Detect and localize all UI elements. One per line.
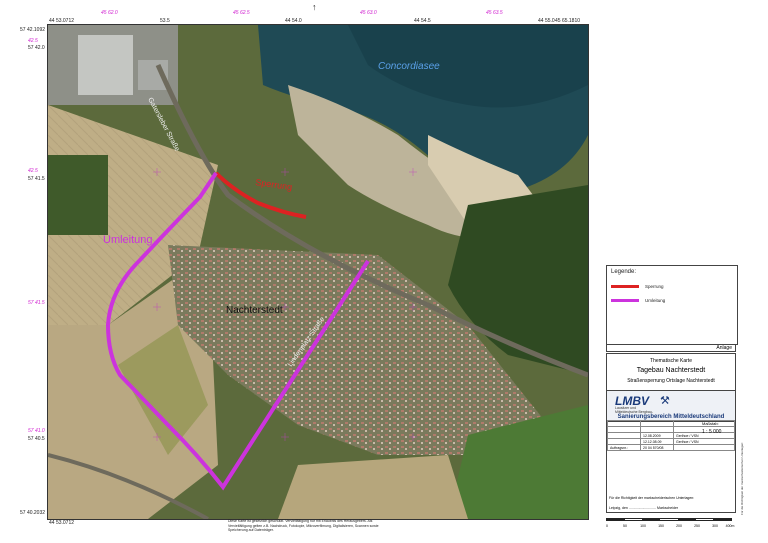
scale-tick: 300 [712, 524, 718, 528]
scale-label: Maßstab: [702, 421, 719, 426]
detour-label: Umleitung [103, 234, 153, 246]
copyright-note: Diese Karte ist gesetzlich geschützt. Ve… [228, 519, 379, 532]
aerial-map[interactable]: Concordiasee Nachterstedt Umleitung Sper… [47, 24, 589, 520]
signature-note: Für die Richtigkeit der markscheiderisch… [609, 496, 695, 500]
coord-top-1: 45 62.0 [101, 10, 118, 16]
coord-top-7: 45 63.5 [486, 10, 503, 16]
aerial-map-svg: Concordiasee Nachterstedt Umleitung Sper… [48, 25, 588, 519]
legend-title: Legende: [611, 269, 637, 275]
scale-tick: 150 [658, 524, 664, 528]
scale-tick: 250 [694, 524, 700, 528]
side-remarks: Für die Richtigkeit der markscheiderisch… [740, 441, 744, 515]
project-title: Tagebau Nachterstedt [636, 367, 706, 374]
scale-bar-segments [606, 518, 732, 521]
legend-label-umleitung: Umleitung [645, 298, 666, 303]
mining-pick-icon: ⚒ [660, 395, 670, 407]
map-sheet: ↑ 44 53.0712 45 62.0 53.5 45 62.5 44 54.… [0, 0, 768, 543]
north-arrow-icon: ↑ [312, 2, 317, 12]
legend-swatch-umleitung [611, 299, 639, 302]
scale-tick: 50 [623, 524, 627, 528]
coord-top-3: 45 62.5 [233, 10, 250, 16]
scale-tick: 0 [606, 524, 608, 528]
legend-label-sperrung: Sperrung [645, 284, 664, 289]
scale-tick: 400m [725, 524, 735, 528]
coord-left-5: 57 41.5 [28, 300, 45, 306]
map-subtitle: Straßensperrung Ortslage Nachterstedt [627, 378, 715, 384]
scale-value: 1 : 5 000 [702, 429, 722, 435]
coord-left-3: 42.5 [28, 168, 38, 174]
coord-left-0: 57 42.1092 [20, 27, 46, 33]
scale-bar: 0 50 100 150 200 250 300 400m [606, 515, 736, 535]
scale-tick: 200 [676, 524, 682, 528]
legend-item-sperrung: Sperrung [611, 284, 664, 289]
legend: Legende: Sperrung Umleitung [606, 265, 738, 345]
signature-line: Leipzig, den ...........................… [609, 506, 679, 510]
coord-left-8: 57 40.2032 [20, 510, 46, 516]
town-label: Nachterstedt [226, 305, 283, 316]
coord-left-2: 57 42.0 [28, 45, 45, 51]
coord-left-4: 57 41.5 [28, 176, 45, 182]
title-block: Thematische Karte Tagebau Nachterstedt S… [606, 353, 736, 513]
coord-left-7: 57 40.5 [28, 436, 45, 442]
coord-left-6: 57 41.0 [28, 428, 45, 434]
map-kind: Thematische Karte [650, 358, 692, 364]
coord-bottom-0: 44 53.0712 [49, 520, 75, 526]
company-logo-area: LMBV ⚒ Lausitzer und Mitteldeutsche Berg… [607, 390, 735, 422]
legend-item-umleitung: Umleitung [611, 298, 665, 303]
coord-top-5: 45 63.0 [360, 10, 377, 16]
coord-left-1: 42.5 [28, 38, 38, 44]
anlage-field: Anlage [606, 344, 736, 352]
legend-swatch-sperrung [611, 285, 639, 288]
lake-label: Concordiasee [378, 61, 440, 72]
scale-tick: 100 [640, 524, 646, 528]
